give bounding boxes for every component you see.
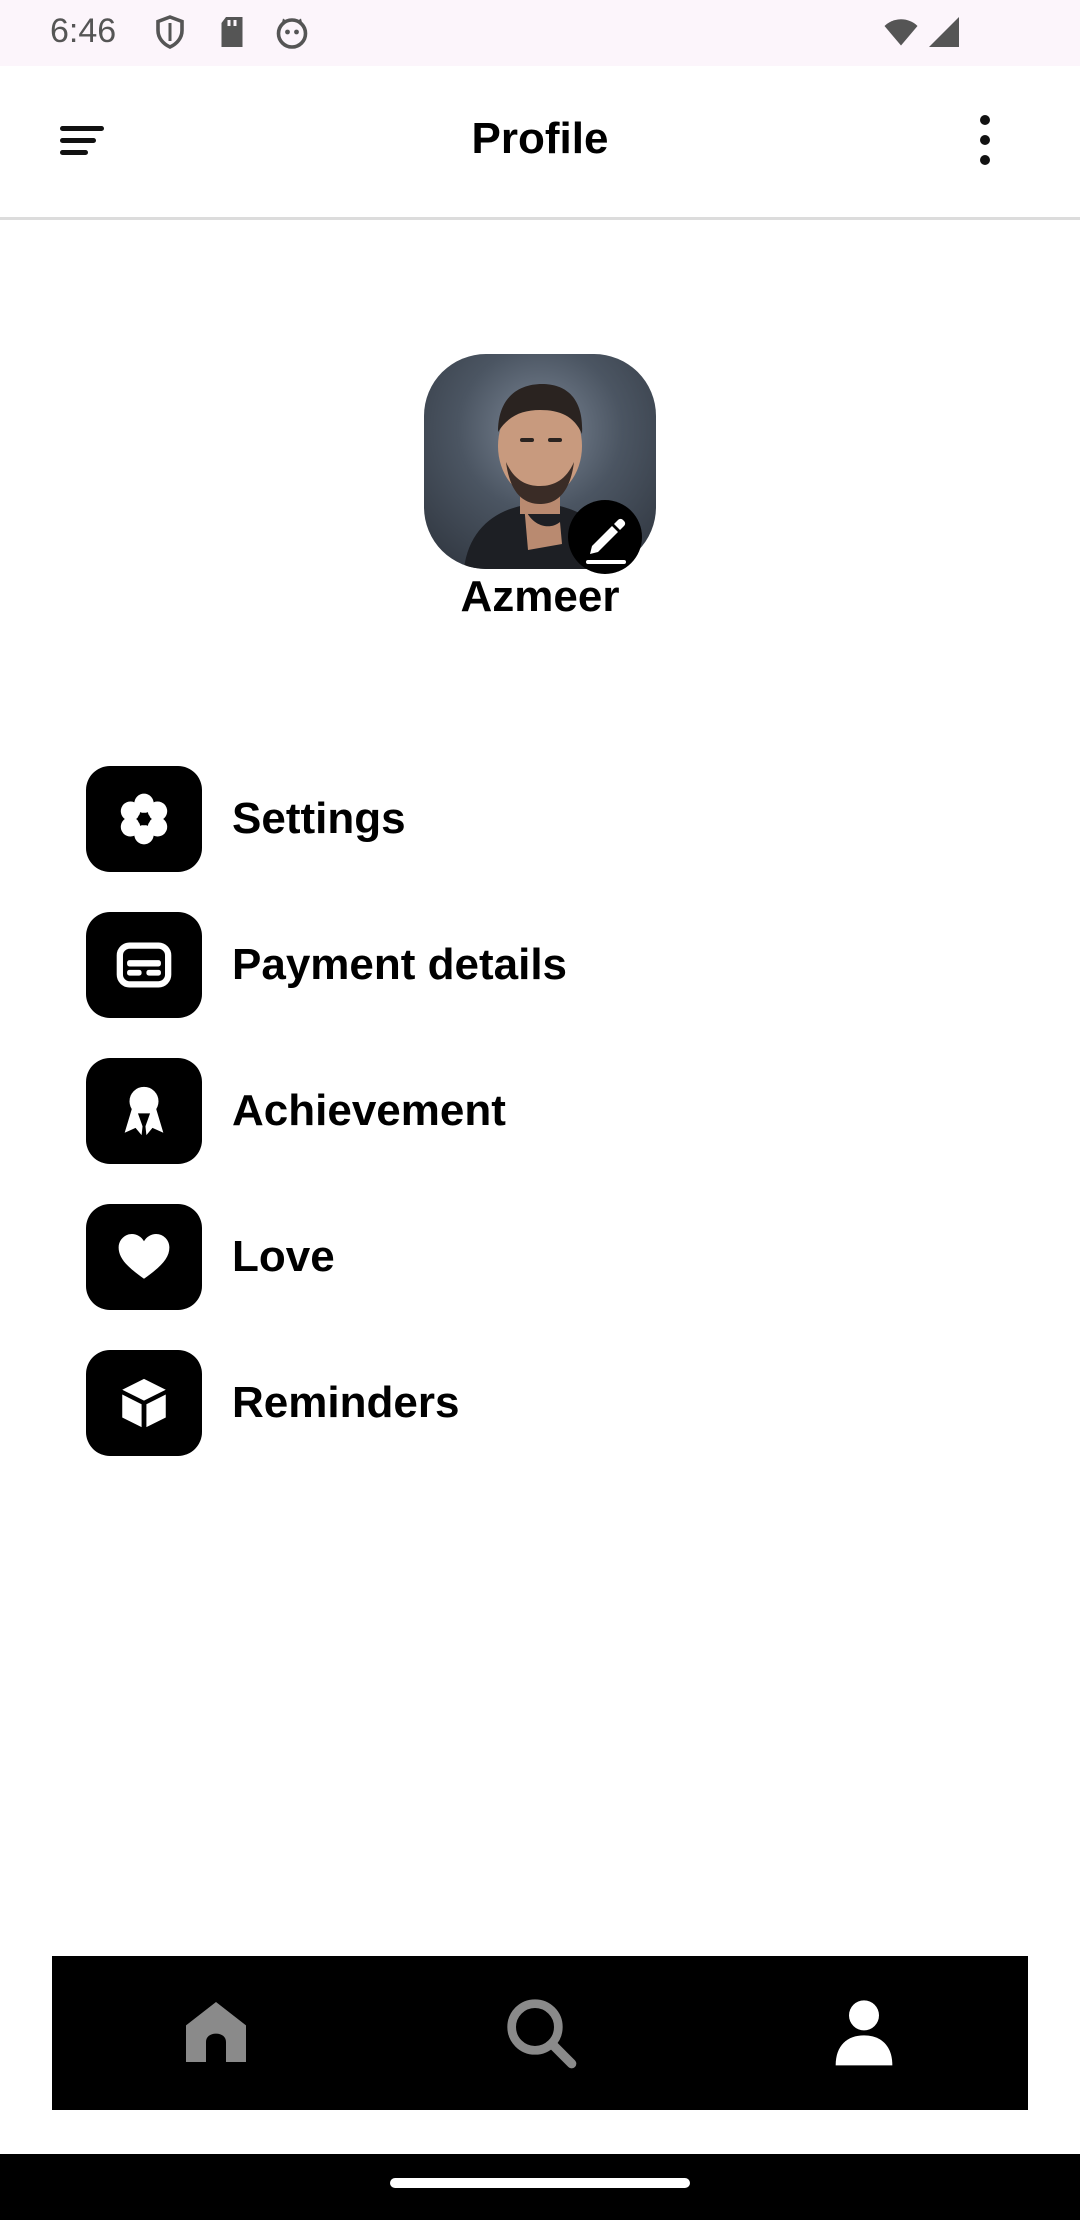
menu-item-settings[interactable]: Settings	[86, 766, 986, 872]
award-ribbon-icon	[86, 1058, 202, 1164]
sd-card-icon	[214, 14, 250, 50]
home-icon[interactable]	[176, 1992, 256, 2072]
menu-item-label: Payment details	[232, 940, 568, 989]
box-icon	[86, 1350, 202, 1456]
profile-menu-list: Settings Payment details Achievement Lov…	[86, 766, 986, 1496]
edit-pencil-icon[interactable]	[568, 500, 642, 574]
bottom-nav	[52, 1956, 1028, 2110]
profile-name: Azmeer	[460, 572, 620, 621]
search-icon[interactable]	[500, 1992, 580, 2072]
gear-icon	[86, 766, 202, 872]
shield-icon	[152, 14, 188, 50]
menu-item-achievement[interactable]: Achievement	[86, 1058, 986, 1164]
credit-card-icon	[86, 912, 202, 1018]
status-bar: 6:46	[0, 0, 1080, 66]
home-gesture-bar[interactable]	[390, 2178, 690, 2188]
status-time: 6:46	[50, 12, 117, 50]
system-nav-bar	[0, 2154, 1080, 2220]
menu-item-label: Love	[232, 1232, 335, 1281]
signal-icon	[924, 14, 964, 50]
more-vert-icon[interactable]	[960, 110, 1010, 170]
heart-icon	[86, 1204, 202, 1310]
cat-face-icon	[274, 14, 310, 50]
wifi-icon	[880, 14, 922, 50]
menu-item-label: Achievement	[232, 1086, 506, 1135]
menu-item-reminders[interactable]: Reminders	[86, 1350, 986, 1456]
page-title: Profile	[471, 114, 609, 163]
menu-item-payment-details[interactable]: Payment details	[86, 912, 986, 1018]
person-icon[interactable]	[824, 1992, 904, 2072]
menu-item-label: Settings	[232, 794, 406, 843]
top-app-bar: Profile	[0, 66, 1080, 220]
menu-item-love[interactable]: Love	[86, 1204, 986, 1310]
menu-item-label: Reminders	[232, 1378, 460, 1427]
